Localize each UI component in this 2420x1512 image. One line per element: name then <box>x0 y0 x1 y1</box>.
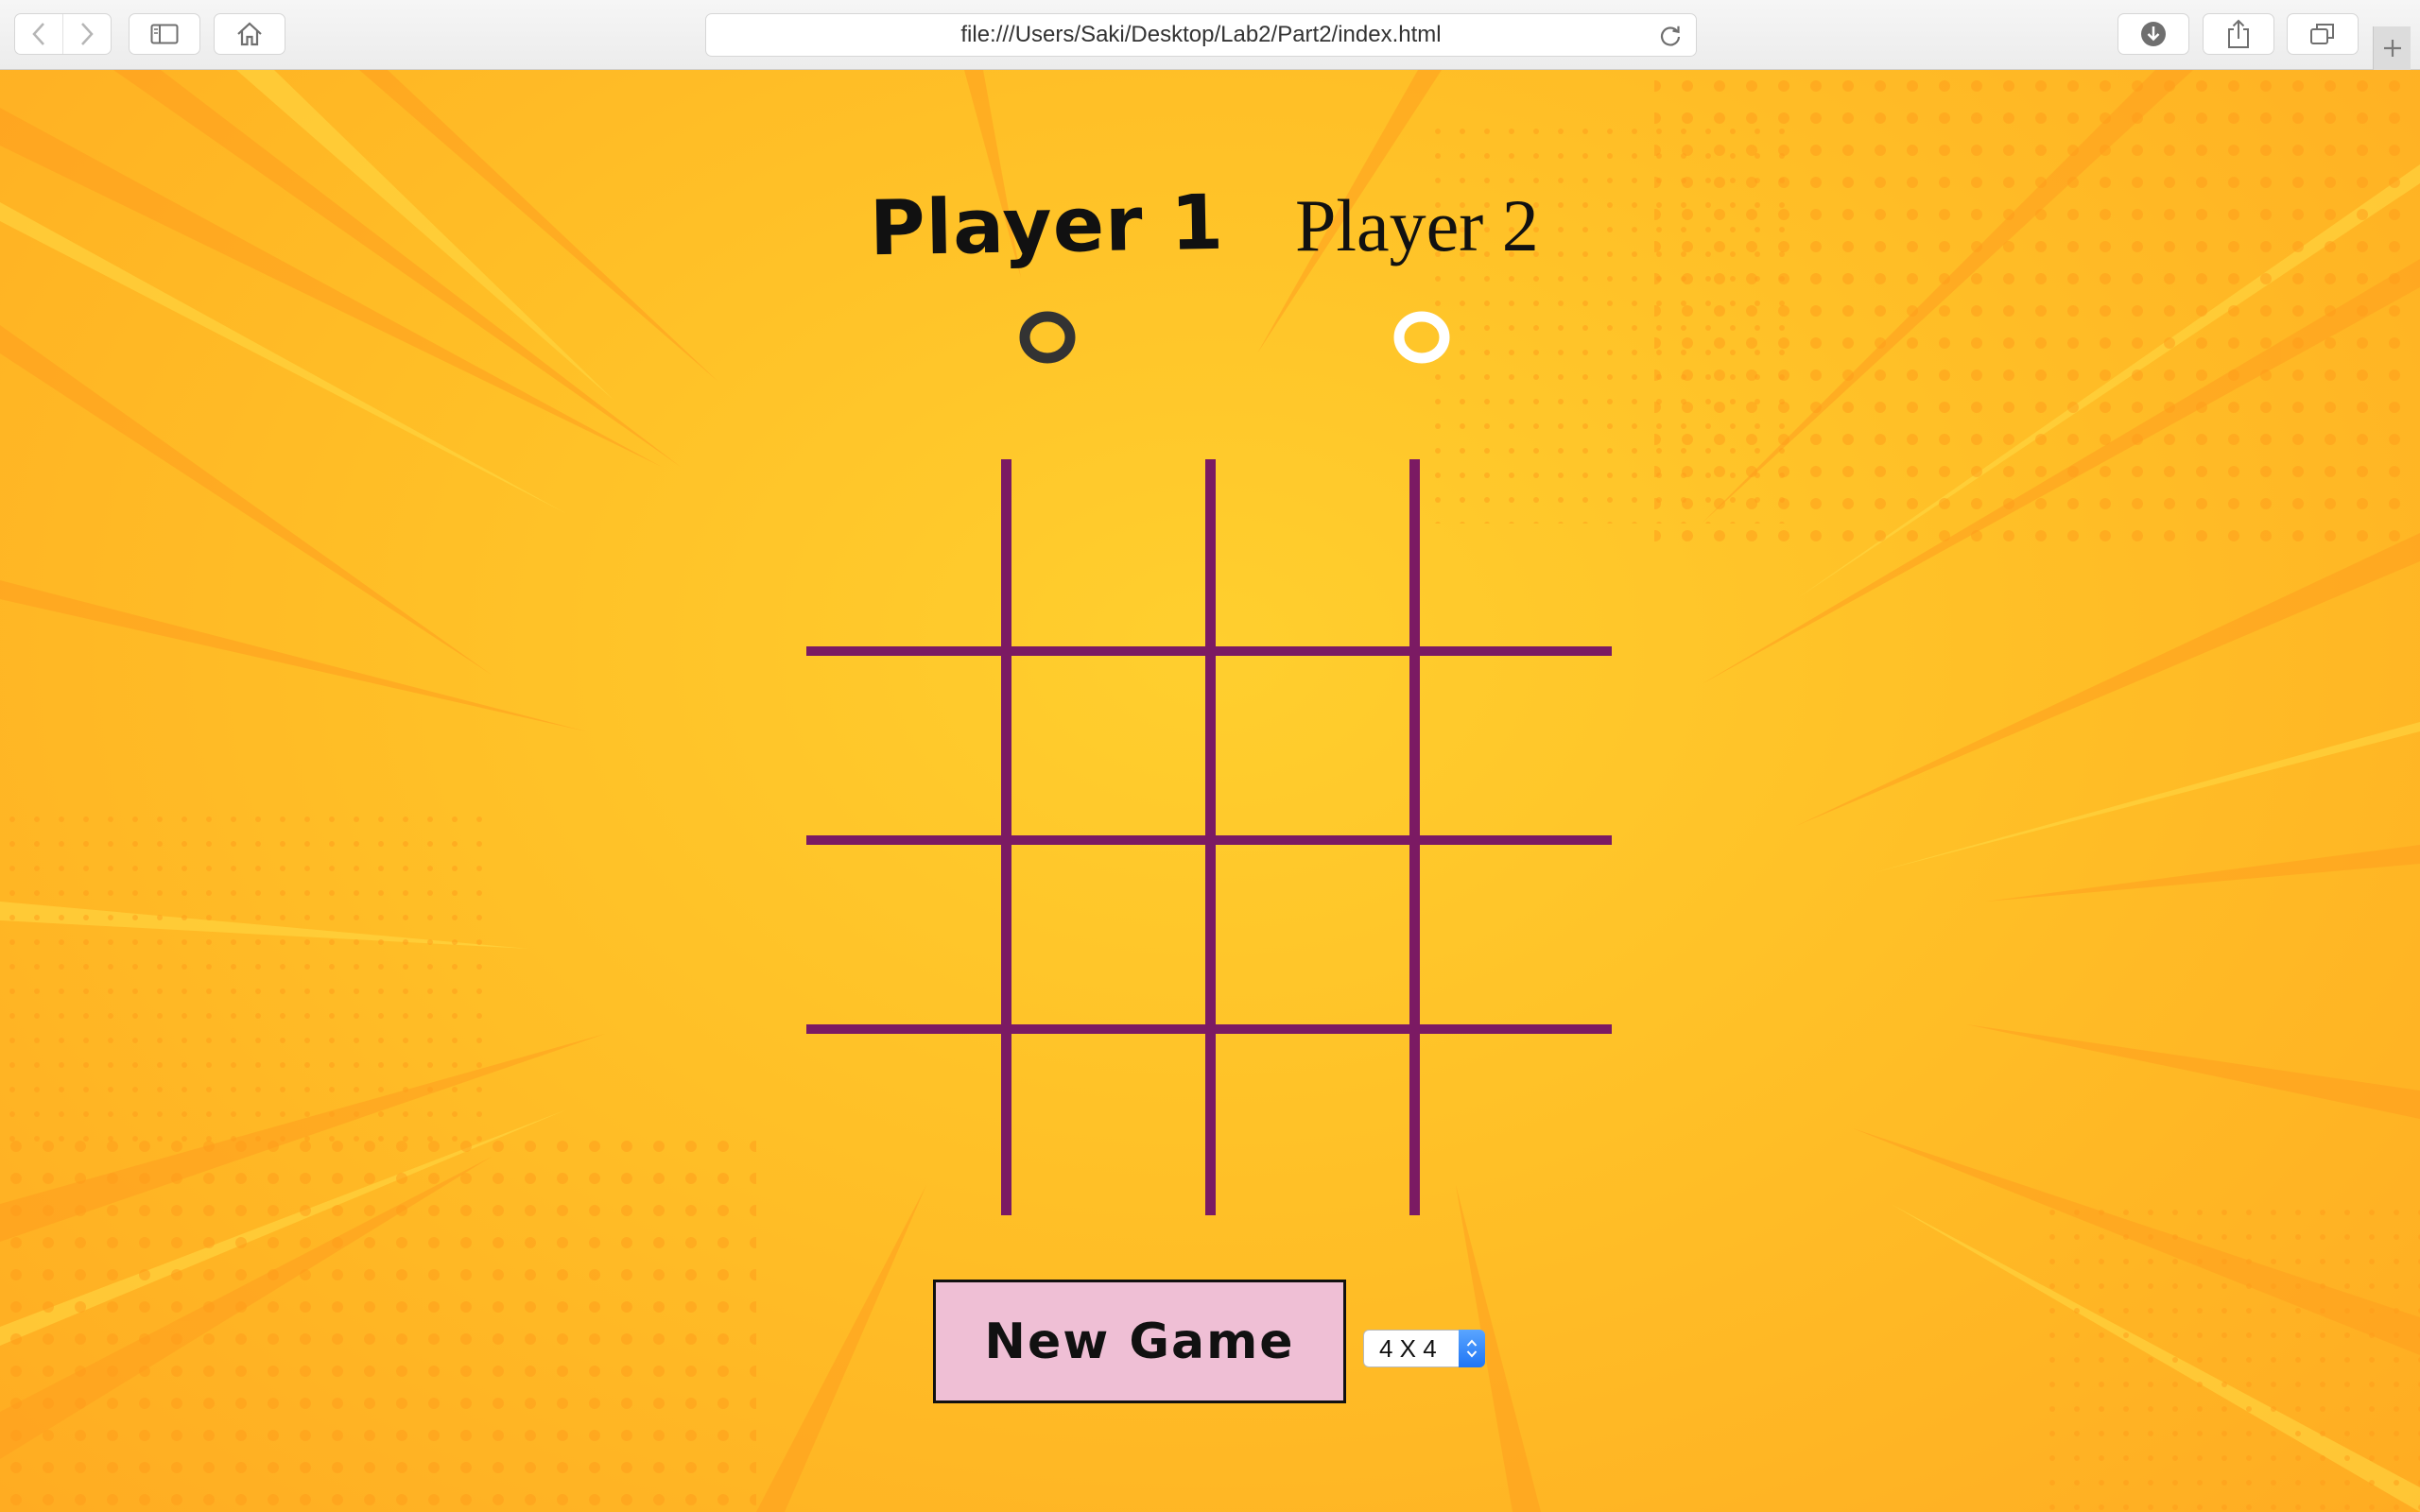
share-button[interactable] <box>2203 13 2274 55</box>
plus-icon <box>2383 40 2401 57</box>
back-button[interactable] <box>15 14 62 54</box>
board-cell-11[interactable] <box>1216 847 1409 1026</box>
board-cell-16[interactable] <box>1420 1036 1612 1215</box>
grid-line-horizontal <box>806 1024 1612 1034</box>
home-icon <box>237 22 262 46</box>
grid-line-horizontal <box>806 835 1612 845</box>
board-cell-9[interactable] <box>806 847 1001 1026</box>
forward-button[interactable] <box>62 14 111 54</box>
board-cell-6[interactable] <box>1011 656 1205 837</box>
grid-line-horizontal <box>806 646 1612 656</box>
show-tabs-button[interactable] <box>2287 13 2359 55</box>
url-text: file:///Users/Saki/Desktop/Lab2/Part2/in… <box>960 22 1442 47</box>
share-icon <box>2228 19 2249 48</box>
board-cell-13[interactable] <box>806 1036 1001 1215</box>
board-cell-5[interactable] <box>806 656 1001 837</box>
board-cell-12[interactable] <box>1420 847 1612 1026</box>
sidebar-toggle-button[interactable] <box>129 13 200 55</box>
board-cell-15[interactable] <box>1216 1036 1409 1215</box>
board-cell-10[interactable] <box>1011 847 1205 1026</box>
reload-icon[interactable] <box>1658 24 1683 48</box>
player1-o-icon <box>1019 311 1076 364</box>
chevron-left-icon <box>32 23 44 45</box>
new-game-button[interactable]: New Game <box>933 1280 1346 1403</box>
downloads-button[interactable] <box>2118 13 2189 55</box>
player1-label: Player 1 <box>869 178 1225 273</box>
history-nav-group <box>14 13 112 55</box>
browser-toolbar: file:///Users/Saki/Desktop/Lab2/Part2/in… <box>0 0 2420 70</box>
select-arrows-icon <box>1459 1330 1485 1367</box>
player2-label: Player 2 <box>1295 184 1539 266</box>
address-bar[interactable]: file:///Users/Saki/Desktop/Lab2/Part2/in… <box>705 13 1697 57</box>
tabs-overview-icon <box>2310 24 2334 44</box>
board-cell-14[interactable] <box>1011 1036 1205 1215</box>
player2-o-icon <box>1393 311 1450 364</box>
game-page: Player 1 Player 2 New Game 4 X 4 <box>0 70 2420 1512</box>
home-button[interactable] <box>214 13 285 55</box>
download-icon <box>2141 22 2166 46</box>
board-cell-8[interactable] <box>1420 656 1612 837</box>
board-cell-1[interactable] <box>806 459 1001 646</box>
board-cell-3[interactable] <box>1216 459 1409 646</box>
board-size-select[interactable]: 4 X 4 <box>1363 1330 1485 1367</box>
new-tab-button[interactable] <box>2373 26 2411 70</box>
board-size-value: 4 X 4 <box>1379 1333 1437 1363</box>
game-board <box>806 459 1612 1215</box>
chevron-right-icon <box>81 23 94 45</box>
board-cell-2[interactable] <box>1011 459 1205 646</box>
board-cell-7[interactable] <box>1216 656 1409 837</box>
sidebar-icon <box>150 24 179 44</box>
board-cell-4[interactable] <box>1420 459 1612 646</box>
